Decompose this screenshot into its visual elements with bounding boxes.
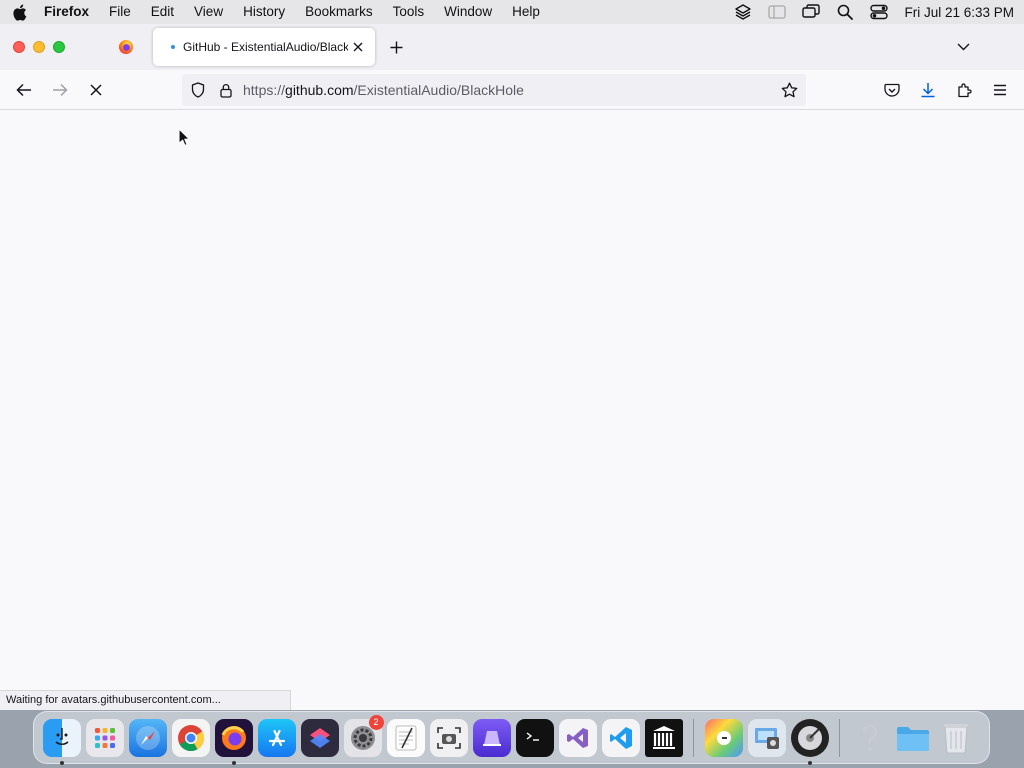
notification-badge: 2 (368, 714, 384, 730)
dock-terminal-icon[interactable] (515, 718, 554, 757)
window-minimize-button[interactable] (33, 41, 45, 53)
dock-app-store-icon[interactable] (257, 718, 296, 757)
control-center-icon[interactable] (862, 0, 896, 24)
dock-help-icon[interactable] (851, 719, 889, 757)
menu-bookmarks[interactable]: Bookmarks (295, 0, 383, 24)
layers-status-icon[interactable] (726, 0, 760, 24)
url-scheme: https:// (243, 82, 286, 98)
window-close-button[interactable] (13, 41, 25, 53)
stop-loading-button[interactable] (84, 78, 108, 102)
dock: 2 (33, 711, 990, 765)
status-panel: Waiting for avatars.githubusercontent.co… (0, 690, 291, 710)
dock-finder-icon[interactable] (42, 718, 81, 765)
arrow-right-icon (53, 83, 68, 97)
url-host: github.com (285, 82, 354, 98)
puzzle-piece-icon (958, 83, 972, 98)
dock-visual-studio-icon[interactable] (558, 718, 597, 757)
dock-shortcuts-icon[interactable] (300, 718, 339, 757)
navigation-toolbar: https://github.com/ExistentialAudio/Blac… (0, 70, 1024, 110)
arrow-left-icon (16, 83, 31, 97)
tab-github-blackhole[interactable]: GitHub - ExistentialAudio/BlackHole (153, 28, 375, 66)
dock-safari-icon[interactable] (128, 718, 167, 757)
close-icon (90, 84, 102, 96)
running-indicator (231, 760, 236, 765)
dock-chrome-icon[interactable] (171, 718, 210, 757)
spotlight-search-icon[interactable] (828, 0, 862, 24)
dock-vscode-icon[interactable] (601, 718, 640, 757)
dock-launchpad-icon[interactable] (85, 718, 124, 757)
lock-icon[interactable] (215, 79, 237, 101)
tab-strip: GitHub - ExistentialAudio/BlackHole (0, 24, 1024, 70)
window-zoom-button[interactable] (53, 41, 65, 53)
app-menu-button[interactable] (988, 78, 1012, 102)
dock-separator (839, 718, 840, 757)
menu-window[interactable]: Window (434, 0, 502, 24)
loading-indicator-icon (171, 45, 175, 49)
browser-window: GitHub - ExistentialAudio/BlackHole (0, 24, 1024, 710)
back-button[interactable] (12, 78, 36, 102)
dock-simulator-app-icon[interactable] (472, 718, 511, 757)
apple-menu-icon[interactable] (0, 4, 38, 21)
menu-edit[interactable]: Edit (141, 0, 184, 24)
pocket-button[interactable] (880, 78, 904, 102)
dock-trash-icon[interactable] (937, 719, 975, 757)
menu-file[interactable]: File (99, 0, 141, 24)
dock-system-settings-icon[interactable]: 2 (343, 714, 384, 757)
dock-firefox-icon[interactable] (214, 718, 253, 765)
dock-textedit-icon[interactable] (386, 718, 425, 757)
tab-title: GitHub - ExistentialAudio/BlackHole (183, 40, 348, 54)
sidebar-status-icon[interactable] (760, 0, 794, 24)
downloads-button[interactable] (916, 78, 940, 102)
url-bar[interactable]: https://github.com/ExistentialAudio/Blac… (182, 74, 806, 106)
extensions-button[interactable] (952, 78, 976, 102)
bookmark-star-icon[interactable] (778, 79, 800, 101)
dock-disk-utility-icon[interactable] (790, 718, 829, 765)
forward-button[interactable] (48, 78, 72, 102)
tracking-protection-shield-icon[interactable] (187, 79, 209, 101)
plus-icon (390, 41, 402, 53)
menu-bar: Firefox File Edit View History Bookmarks… (0, 0, 1024, 24)
dock-preview-icon[interactable] (747, 718, 786, 757)
menu-help[interactable]: Help (502, 0, 550, 24)
dock-folder-icon[interactable] (894, 719, 932, 757)
menubar-clock[interactable]: Fri Jul 21 6:33 PM (896, 5, 1014, 20)
mouse-cursor-icon (178, 128, 191, 152)
menu-history[interactable]: History (233, 0, 295, 24)
menu-view[interactable]: View (184, 0, 233, 24)
page-content-area[interactable] (0, 110, 1024, 710)
dock-color-picker-icon[interactable] (704, 718, 743, 757)
url-text: https://github.com/ExistentialAudio/Blac… (243, 82, 524, 98)
chevron-down-icon (957, 43, 969, 51)
running-indicator (59, 760, 64, 765)
dock-archive-app-icon[interactable] (644, 718, 683, 757)
dock-separator (693, 718, 694, 757)
tab-close-icon[interactable] (349, 38, 367, 56)
url-path: /ExistentialAudio/BlackHole (353, 82, 524, 98)
list-all-tabs-button[interactable] (952, 36, 974, 58)
dock-screenshot-icon[interactable] (429, 718, 468, 757)
pinned-firefox-tab[interactable] (110, 33, 142, 61)
pocket-icon (884, 83, 900, 97)
hamburger-menu-icon (994, 84, 1006, 96)
new-tab-button[interactable] (385, 36, 407, 58)
running-indicator (807, 760, 812, 765)
menu-tools[interactable]: Tools (383, 0, 435, 24)
firefox-icon (119, 40, 133, 54)
menu-app-firefox[interactable]: Firefox (38, 0, 99, 24)
screen-mirroring-icon[interactable] (794, 0, 828, 24)
download-icon (921, 83, 935, 98)
